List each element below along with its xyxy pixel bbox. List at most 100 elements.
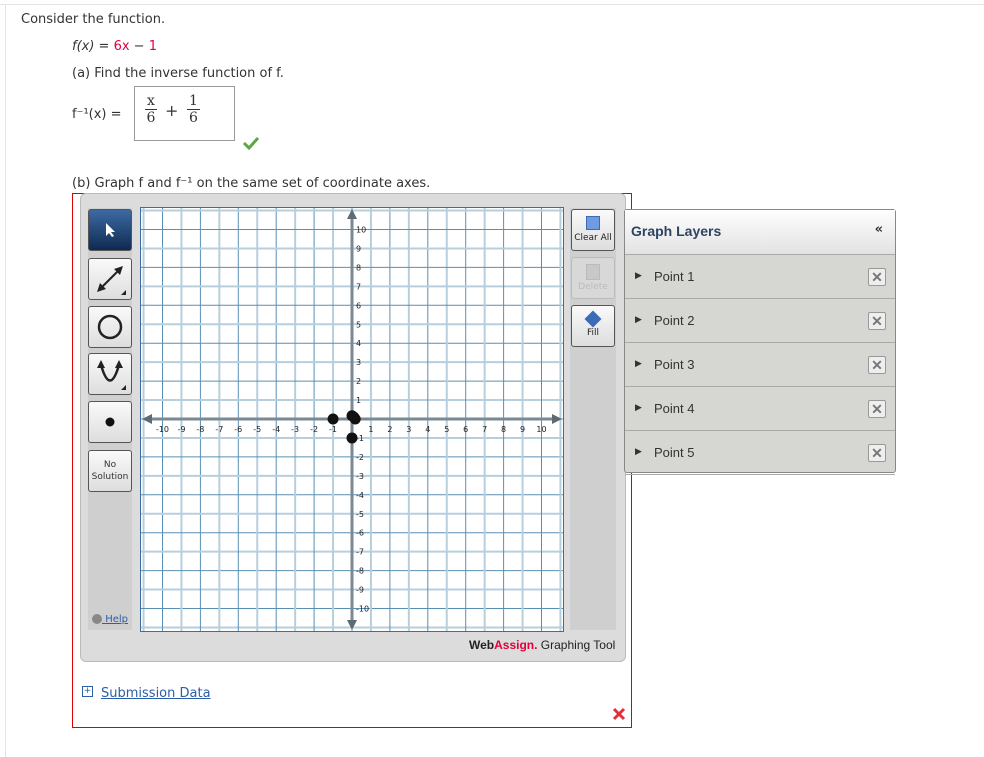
fraction-1: x6 [145,93,157,126]
delete-button[interactable]: Delete [571,257,615,299]
help-link[interactable]: Help [92,614,128,625]
layer-item[interactable]: ▶ Point 4 ✕ [625,387,895,431]
y-tick-label: -10 [356,605,369,614]
x-tick-label: 10 [536,425,546,434]
parabola-icon [97,360,126,390]
x-tick-label: -2 [310,425,318,434]
function-definition: f(x) = 6x − 1 [72,39,157,54]
divider [5,5,6,757]
y-tick-label: -2 [356,453,364,462]
x-tick-label: 2 [387,425,392,434]
layer-item[interactable]: ▶ Point 2 ✕ [625,299,895,343]
delete-layer-icon[interactable]: ✕ [868,400,886,418]
brand-assign: Assign. [494,638,538,652]
divider [0,4,984,5]
x-tick-label: -3 [291,425,299,434]
delete-layer-icon[interactable]: ✕ [868,356,886,374]
graph-layers-panel: Graph Layers « ▶ Point 1 ✕ ▶ Point 2 ✕ ▶ Point 3… [624,209,896,475]
y-tick-label: 10 [356,226,366,235]
expand-triangle-icon[interactable]: ▶ [635,358,642,369]
y-tick-label: 2 [356,377,361,386]
trash-icon [586,264,600,280]
den: 6 [189,110,198,126]
delete-layer-icon[interactable]: ✕ [868,312,886,330]
collapse-panel-button[interactable]: « [875,222,883,237]
y-tick-label: 1 [356,396,361,405]
graph-layers-title: Graph Layers [631,223,722,239]
y-tick-label: 3 [356,358,361,367]
clear-all-icon [586,216,600,230]
finv-label: f⁻¹(x) = [72,107,122,122]
part-a-text: (a) Find the inverse function of f. [72,66,284,81]
fill-button[interactable]: Fill [571,305,615,347]
layer-label: Point 2 [654,313,695,328]
x-tick-label: 8 [501,425,506,434]
x-tick-label: -8 [196,425,204,434]
no-solution-button[interactable]: No Solution [88,450,132,492]
den: 6 [146,110,156,126]
x-tick-label: 5 [444,425,449,434]
expand-triangle-icon[interactable]: ▶ [635,446,642,457]
x-tick-label: 4 [425,425,430,434]
layer-item[interactable]: ▶ Point 3 ✕ [625,343,895,387]
coordinate-grid[interactable]: -10 -9 -8 -7 -6 -5 -4 -3 -2 -1 1 2 3 4 5 6 7 8 9 10 10 9 8 7 6 5 4… [140,207,564,632]
y-tick-label: 5 [356,320,361,329]
f-minus: − [129,39,149,54]
circle-tool-button[interactable] [88,306,132,348]
y-tick-label: 4 [356,339,361,348]
y-tick-label: 9 [356,244,361,253]
f-coef: 6x [113,39,130,54]
webassign-logo: WebAssign. Graphing Tool [469,638,615,652]
plotted-point [346,432,358,444]
pointer-tool-button[interactable] [88,209,132,251]
layer-item[interactable]: ▶ Point 1 ✕ [625,255,895,299]
x-tick-label: -6 [234,425,242,434]
num: 1 [187,93,200,110]
answer-input[interactable]: x6 + 16 [134,86,235,141]
expand-icon[interactable]: + [82,686,93,697]
layer-label: Point 3 [654,357,695,372]
delete-layer-icon[interactable]: ✕ [868,444,886,462]
delete-label: Delete [578,282,608,292]
y-tick-label: -4 [356,491,364,500]
f-const: 1 [148,39,157,54]
x-tick-label: 1 [368,425,373,434]
expand-triangle-icon[interactable]: ▶ [635,402,642,413]
x-tick-label: 9 [520,425,525,434]
x-tick-label: -5 [253,425,261,434]
brand-rest: Graphing Tool [537,638,616,652]
delete-layer-icon[interactable]: ✕ [868,268,886,286]
expand-triangle-icon[interactable]: ▶ [635,314,642,325]
layer-item[interactable]: ▶ Point 5 ✕ [625,431,895,475]
help-icon [92,614,102,624]
fraction-2: 16 [187,93,200,126]
num: x [145,93,157,110]
y-tick-label: -7 [356,548,364,557]
layer-label: Point 1 [654,269,695,284]
fill-bucket-icon [584,310,602,328]
parabola-tool-button[interactable] [88,353,132,395]
y-tick-label: 6 [356,301,361,310]
y-tick-label: -9 [356,586,364,595]
y-tick-label: -5 [356,510,364,519]
x-tick-label: 6 [463,425,468,434]
checkmark-icon [242,136,260,150]
line-tool-button[interactable] [88,258,132,300]
clear-all-button[interactable]: Clear All [571,209,615,251]
pointer-icon [106,223,115,237]
brand-web: Web [469,638,495,652]
plus: + [165,101,179,120]
graph-layers-header: Graph Layers « [625,210,895,255]
x-tick-label: 3 [406,425,411,434]
x-tick-label: -1 [329,425,337,434]
fill-label: Fill [586,328,600,338]
y-tick-label: -3 [356,472,364,481]
part-b-text: (b) Graph f and f⁻¹ on the same set of c… [72,176,431,191]
x-tick-label: -7 [215,425,223,434]
submission-data-link[interactable]: Submission Data [101,686,211,701]
point-tool-button[interactable] [88,401,132,443]
expand-triangle-icon[interactable]: ▶ [635,270,642,281]
plotted-point [327,413,339,425]
f-lhs: f(x) = [72,39,114,54]
circle-icon [97,314,123,340]
